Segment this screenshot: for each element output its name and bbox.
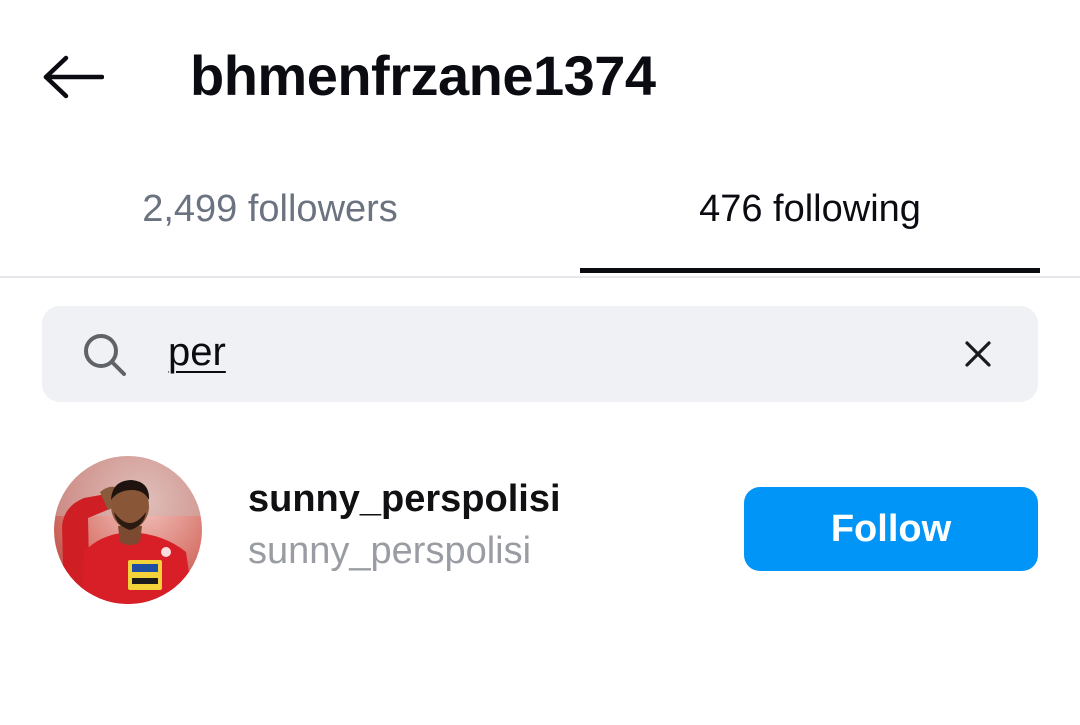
active-tab-indicator [580,268,1040,273]
close-icon [965,341,991,367]
result-full-name: sunny_perspolisi [248,530,532,572]
result-username[interactable]: sunny_perspolisi [248,478,561,521]
avatar[interactable] [54,456,202,604]
tab-followers[interactable]: 2,499 followers [40,170,500,274]
page-title: bhmenfrzane1374 [190,44,656,107]
list-item[interactable]: sunny_perspolisi sunny_perspolisi Follow [0,440,1080,620]
search-icon [84,334,126,376]
clear-search-button[interactable] [958,334,998,374]
search-input[interactable]: per [168,330,226,375]
search-field[interactable]: per [42,306,1038,402]
follow-button[interactable]: Follow [744,487,1038,571]
following-screen: bhmenfrzane1374 2,499 followers 476 foll… [0,0,1080,725]
tab-bar: 2,499 followers 476 following [0,170,1080,278]
arrow-left-icon [43,55,104,99]
tab-following[interactable]: 476 following [580,170,1040,274]
back-button[interactable] [40,50,106,104]
